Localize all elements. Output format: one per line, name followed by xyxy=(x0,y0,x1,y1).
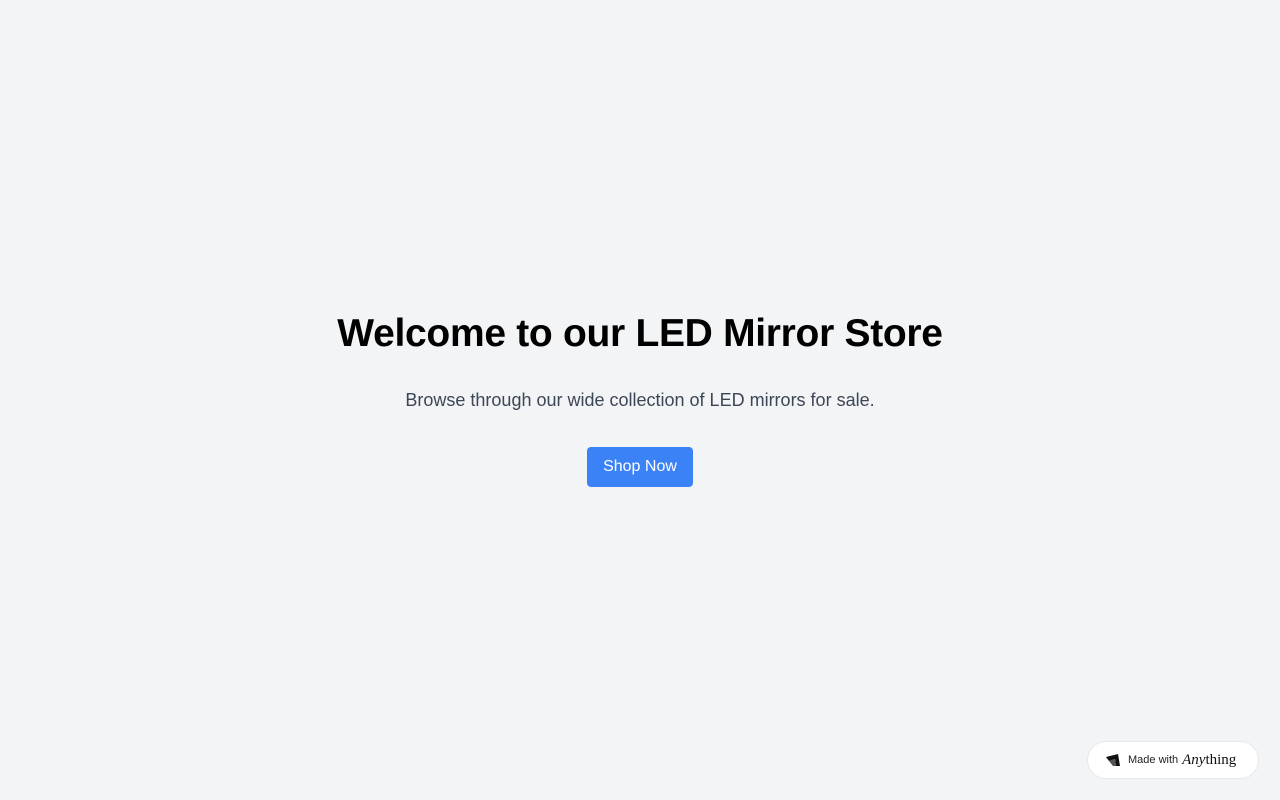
anything-logo-icon xyxy=(1105,753,1121,767)
hero-section: Welcome to our LED Mirror Store Browse t… xyxy=(0,311,1280,487)
badge-brand-italic: Any xyxy=(1182,751,1206,768)
page-title: Welcome to our LED Mirror Store xyxy=(337,312,943,355)
badge-prefix: Made with xyxy=(1128,754,1179,766)
made-with-anything-badge[interactable]: Made with Anything xyxy=(1087,741,1259,779)
page-subtitle: Browse through our wide collection of LE… xyxy=(405,390,875,410)
shop-now-button[interactable]: Shop Now xyxy=(587,447,693,487)
badge-brand-rest: thing xyxy=(1205,751,1237,768)
page: Welcome to our LED Mirror Store Browse t… xyxy=(0,0,1280,800)
badge-brand: Anything xyxy=(1182,752,1236,769)
